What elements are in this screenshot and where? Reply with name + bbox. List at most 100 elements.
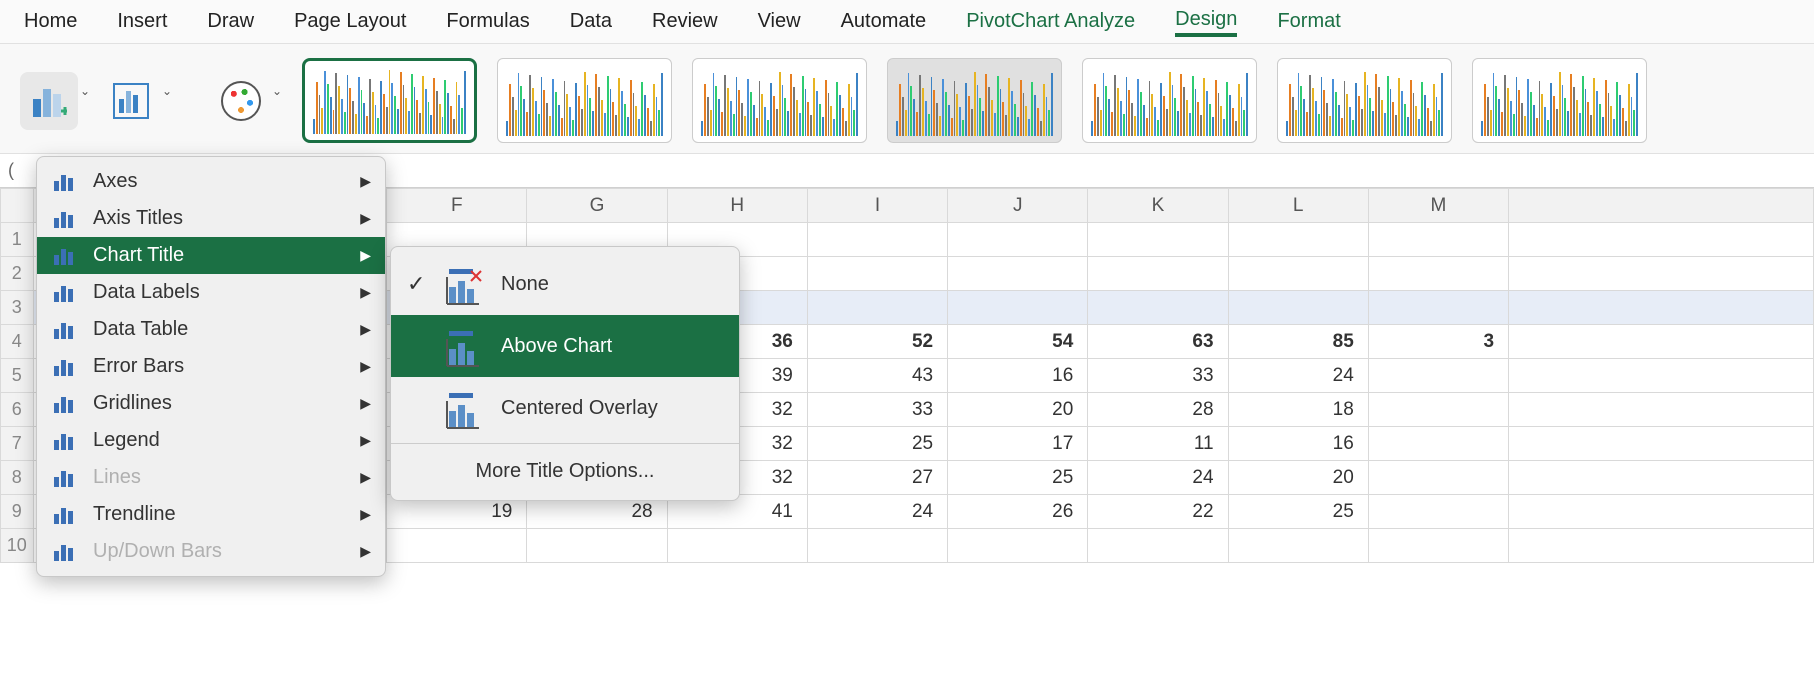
row-header[interactable]: 4 bbox=[1, 325, 34, 359]
add-chart-element-menu: Axes▶Axis Titles▶Chart Title▶Data Labels… bbox=[36, 156, 386, 577]
tab-pivotchart-analyze[interactable]: PivotChart Analyze bbox=[966, 8, 1135, 35]
submenu-item-centered-overlay[interactable]: Centered Overlay bbox=[391, 377, 739, 439]
cell[interactable] bbox=[807, 257, 947, 291]
menu-item-legend[interactable]: Legend▶ bbox=[37, 422, 385, 459]
chart-style-6[interactable] bbox=[1277, 58, 1452, 143]
cell[interactable]: 25 bbox=[807, 427, 947, 461]
cell[interactable]: 28 bbox=[1088, 393, 1228, 427]
submenu-item-none[interactable]: ✓None bbox=[391, 253, 739, 315]
column-header[interactable]: K bbox=[1088, 189, 1228, 223]
row-header[interactable]: 1 bbox=[1, 223, 34, 257]
menu-item-error-bars[interactable]: Error Bars▶ bbox=[37, 348, 385, 385]
tab-view[interactable]: View bbox=[758, 8, 801, 35]
chart-style-4[interactable] bbox=[887, 58, 1062, 143]
cell[interactable] bbox=[1368, 291, 1508, 325]
quick-layout-button[interactable]: ⌄ bbox=[102, 72, 160, 130]
menu-item-axes[interactable]: Axes▶ bbox=[37, 163, 385, 200]
column-header[interactable]: J bbox=[948, 189, 1088, 223]
column-header[interactable]: H bbox=[667, 189, 807, 223]
column-header[interactable]: F bbox=[387, 189, 527, 223]
tab-format[interactable]: Format bbox=[1277, 8, 1340, 35]
cell[interactable] bbox=[1228, 223, 1368, 257]
row-header[interactable]: 5 bbox=[1, 359, 34, 393]
cell[interactable]: 33 bbox=[807, 393, 947, 427]
row-header[interactable]: 2 bbox=[1, 257, 34, 291]
cell[interactable]: 11 bbox=[1088, 427, 1228, 461]
cell[interactable]: 25 bbox=[948, 461, 1088, 495]
row-header[interactable]: 3 bbox=[1, 291, 34, 325]
column-header[interactable]: M bbox=[1368, 189, 1508, 223]
cell[interactable] bbox=[1088, 257, 1228, 291]
cell[interactable]: 54 bbox=[948, 325, 1088, 359]
column-header[interactable]: G bbox=[527, 189, 667, 223]
row-header[interactable]: 8 bbox=[1, 461, 34, 495]
menu-item-chart-title[interactable]: Chart Title▶ bbox=[37, 237, 385, 274]
chart-style-3[interactable] bbox=[692, 58, 867, 143]
cell[interactable]: 20 bbox=[1228, 461, 1368, 495]
cell[interactable] bbox=[1368, 427, 1508, 461]
cell[interactable]: 17 bbox=[948, 427, 1088, 461]
column-header[interactable]: L bbox=[1228, 189, 1368, 223]
tab-data[interactable]: Data bbox=[570, 8, 612, 35]
tab-insert[interactable]: Insert bbox=[117, 8, 167, 35]
tab-automate[interactable]: Automate bbox=[841, 8, 927, 35]
chart-style-1[interactable] bbox=[302, 58, 477, 143]
row-header[interactable]: 10 bbox=[1, 529, 34, 563]
cell[interactable] bbox=[1368, 495, 1508, 529]
chevron-right-icon: ▶ bbox=[360, 247, 371, 264]
cell[interactable] bbox=[1088, 223, 1228, 257]
cell[interactable] bbox=[948, 291, 1088, 325]
submenu-more-title-options[interactable]: More Title Options... bbox=[391, 448, 739, 494]
cell[interactable] bbox=[1368, 461, 1508, 495]
cell[interactable]: 16 bbox=[948, 359, 1088, 393]
cell[interactable]: 24 bbox=[1228, 359, 1368, 393]
tab-review[interactable]: Review bbox=[652, 8, 718, 35]
row-header[interactable]: 7 bbox=[1, 427, 34, 461]
cell[interactable]: 24 bbox=[807, 495, 947, 529]
tab-draw[interactable]: Draw bbox=[207, 8, 254, 35]
cell[interactable]: 18 bbox=[1228, 393, 1368, 427]
tab-formulas[interactable]: Formulas bbox=[446, 8, 529, 35]
cell[interactable]: 25 bbox=[1228, 495, 1368, 529]
row-header[interactable]: 6 bbox=[1, 393, 34, 427]
cell[interactable] bbox=[1368, 393, 1508, 427]
menu-item-data-table[interactable]: Data Table▶ bbox=[37, 311, 385, 348]
add-chart-element-button[interactable]: ⌄ bbox=[20, 72, 78, 130]
column-header[interactable]: I bbox=[807, 189, 947, 223]
cell[interactable]: 85 bbox=[1228, 325, 1368, 359]
tab-home[interactable]: Home bbox=[24, 8, 77, 35]
cell[interactable]: 27 bbox=[807, 461, 947, 495]
cell[interactable]: 22 bbox=[1088, 495, 1228, 529]
row-header[interactable]: 9 bbox=[1, 495, 34, 529]
cell[interactable]: 3 bbox=[1368, 325, 1508, 359]
cell[interactable]: 33 bbox=[1088, 359, 1228, 393]
cell[interactable]: 52 bbox=[807, 325, 947, 359]
cell[interactable] bbox=[948, 257, 1088, 291]
menu-item-data-labels[interactable]: Data Labels▶ bbox=[37, 274, 385, 311]
cell[interactable]: 26 bbox=[948, 495, 1088, 529]
chart-style-2[interactable] bbox=[497, 58, 672, 143]
cell[interactable] bbox=[1228, 291, 1368, 325]
change-colors-button[interactable]: ⌄ bbox=[212, 72, 270, 130]
cell[interactable] bbox=[1368, 223, 1508, 257]
tab-design[interactable]: Design bbox=[1175, 6, 1237, 37]
cell[interactable]: 43 bbox=[807, 359, 947, 393]
cell[interactable] bbox=[1368, 359, 1508, 393]
cell[interactable]: 20 bbox=[948, 393, 1088, 427]
cell[interactable] bbox=[948, 223, 1088, 257]
cell[interactable] bbox=[1368, 257, 1508, 291]
cell[interactable] bbox=[807, 223, 947, 257]
cell[interactable]: 16 bbox=[1228, 427, 1368, 461]
menu-item-trendline[interactable]: Trendline▶ bbox=[37, 496, 385, 533]
menu-item-gridlines[interactable]: Gridlines▶ bbox=[37, 385, 385, 422]
tab-page-layout[interactable]: Page Layout bbox=[294, 8, 406, 35]
menu-item-axis-titles[interactable]: Axis Titles▶ bbox=[37, 200, 385, 237]
submenu-item-above-chart[interactable]: Above Chart bbox=[391, 315, 739, 377]
cell[interactable]: 63 bbox=[1088, 325, 1228, 359]
cell[interactable]: 24 bbox=[1088, 461, 1228, 495]
chart-style-5[interactable] bbox=[1082, 58, 1257, 143]
cell[interactable] bbox=[807, 291, 947, 325]
cell[interactable] bbox=[1088, 291, 1228, 325]
chart-style-7[interactable] bbox=[1472, 58, 1647, 143]
cell[interactable] bbox=[1228, 257, 1368, 291]
